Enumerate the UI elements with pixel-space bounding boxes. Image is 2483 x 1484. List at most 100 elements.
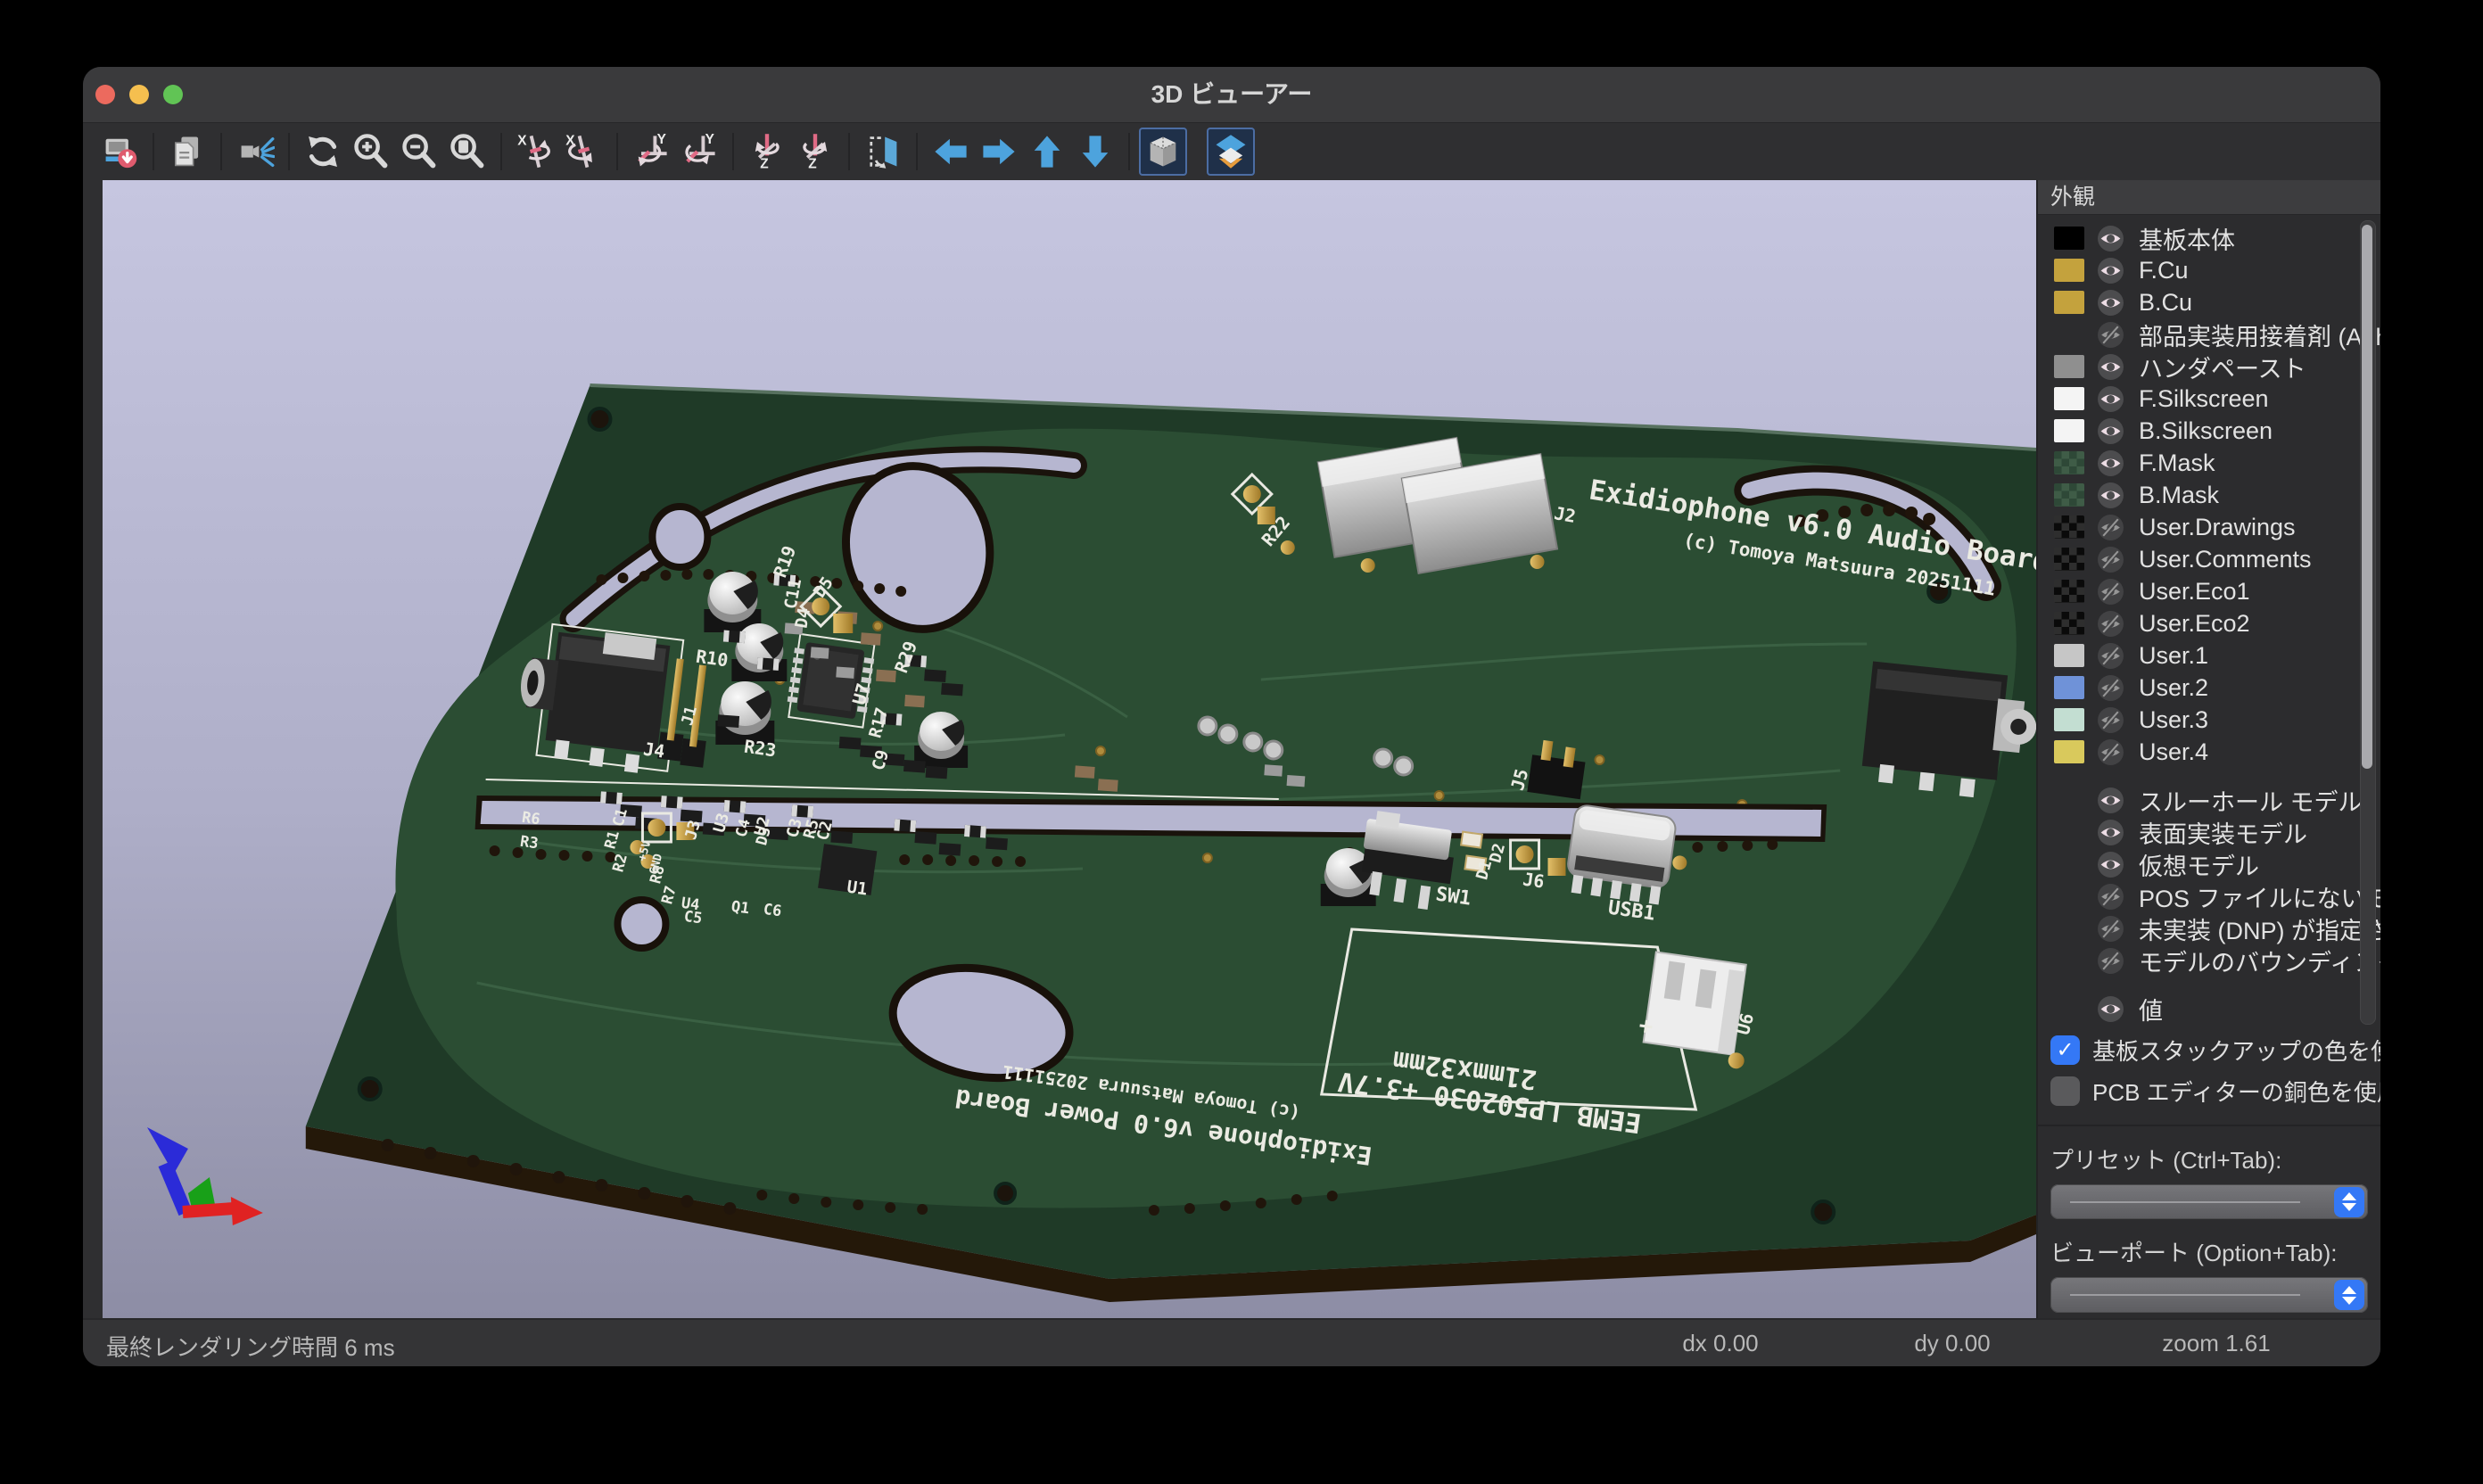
toolbar-separator [153, 133, 154, 170]
eye-visible-icon[interactable] [2097, 449, 2124, 477]
eye-hidden-icon[interactable] [2097, 947, 2124, 975]
layer-row[interactable]: B.Mask [2038, 479, 2380, 511]
reload-view-button[interactable] [299, 128, 347, 176]
layer-color-swatch [2054, 580, 2084, 603]
layer-label: User.3 [2139, 706, 2208, 734]
eye-visible-icon[interactable] [2097, 482, 2124, 509]
layer-row[interactable]: POS ファイルにないモデ [2038, 880, 2380, 912]
preset-dropdown[interactable] [2050, 1184, 2368, 1220]
appearance-panel-toggle[interactable] [1207, 128, 1255, 176]
3d-viewport[interactable]: Exidiophone v6.0 Audio Board(c) Tomoya M… [103, 180, 2036, 1318]
layer-row[interactable]: F.Cu [2038, 254, 2380, 286]
dropdown-stepper-icon[interactable] [2334, 1187, 2364, 1217]
silkscreen-text: J6 [1522, 868, 1546, 892]
layer-label: User.Drawings [2139, 514, 2296, 541]
eye-hidden-icon[interactable] [2097, 738, 2124, 766]
rotate-z-ccw-button[interactable]: Z [791, 128, 839, 176]
layer-row[interactable]: 仮想モデル [2038, 848, 2380, 880]
eye-hidden-icon[interactable] [2097, 706, 2124, 734]
eye-hidden-icon[interactable] [2097, 883, 2124, 911]
pan-right-button[interactable] [975, 128, 1023, 176]
eye-hidden-icon[interactable] [2097, 610, 2124, 638]
layer-row[interactable]: 基板本体 [2038, 222, 2380, 254]
copy-icon [168, 132, 207, 171]
rotate-y-ccw-button[interactable]: Y [675, 128, 723, 176]
layer-row[interactable]: F.Mask [2038, 447, 2380, 479]
rotate-x-ccw-icon: X [564, 132, 603, 171]
zoom-in-button[interactable] [347, 128, 395, 176]
checkbox-checked-icon[interactable]: ✓ [2050, 1035, 2080, 1065]
layer-row[interactable]: モデルのバウンディングボ [2038, 944, 2380, 977]
layer-row[interactable]: ハンダペースト [2038, 350, 2380, 383]
eye-hidden-icon[interactable] [2097, 915, 2124, 943]
dropdown-stepper-icon[interactable] [2334, 1280, 2364, 1310]
layer-row[interactable]: スルーホール モデル [2038, 784, 2380, 816]
dy-status: dy 0.00 [1914, 1330, 1990, 1357]
rotate-z-cw-button[interactable]: Z [743, 128, 791, 176]
layer-row[interactable]: 部品実装用接着剤 (Adhes [2038, 318, 2380, 350]
layer-label: B.Mask [2139, 482, 2219, 509]
eye-visible-icon[interactable] [2097, 995, 2124, 1023]
silkscreen-text: R3 [519, 833, 540, 853]
eye-visible-icon[interactable] [2097, 787, 2124, 814]
rotate-x-ccw-button[interactable]: X [559, 128, 607, 176]
pan-left-button[interactable] [927, 128, 975, 176]
silkscreen-text: R23 [743, 736, 778, 762]
use-pcb-editor-copper-row[interactable]: PCB エディターの銅色を使用 [2038, 1071, 2380, 1112]
render-raytracing-button[interactable] [231, 128, 279, 176]
layer-label: F.Silkscreen [2139, 385, 2269, 413]
eye-hidden-icon[interactable] [2097, 514, 2124, 541]
zoom-out-button[interactable] [395, 128, 443, 176]
scrollbar-track[interactable] [2360, 220, 2376, 1025]
layer-label: User.4 [2139, 738, 2208, 766]
pcb-3d-render: Exidiophone v6.0 Audio Board(c) Tomoya M… [103, 180, 2036, 1318]
eye-visible-icon[interactable] [2097, 289, 2124, 317]
zoom-fit-button[interactable] [443, 128, 491, 176]
layer-row[interactable]: User.Drawings [2038, 511, 2380, 543]
eye-visible-icon[interactable] [2097, 417, 2124, 445]
layer-row[interactable]: User.1 [2038, 639, 2380, 672]
eye-visible-icon[interactable] [2097, 353, 2124, 381]
layer-row[interactable]: User.Eco2 [2038, 607, 2380, 639]
layer-row[interactable]: 未実装 (DNP) が指定され [2038, 912, 2380, 944]
eye-hidden-icon[interactable] [2097, 642, 2124, 670]
eye-hidden-icon[interactable] [2097, 321, 2124, 349]
pan-down-button[interactable] [1071, 128, 1119, 176]
layer-row[interactable]: 値 [2038, 993, 2380, 1025]
pan-up-button[interactable] [1023, 128, 1071, 176]
eye-visible-icon[interactable] [2097, 385, 2124, 413]
copy-image-button[interactable] [163, 128, 211, 176]
layer-color-swatch [2054, 355, 2084, 378]
eye-visible-icon[interactable] [2097, 225, 2124, 252]
layer-row[interactable]: B.Cu [2038, 286, 2380, 318]
export-board-image-button[interactable] [95, 128, 144, 176]
layer-row[interactable]: User.Eco1 [2038, 575, 2380, 607]
eye-visible-icon[interactable] [2097, 851, 2124, 878]
toolbar-separator [916, 133, 918, 170]
layer-label: モデルのバウンディングボ [2139, 944, 2380, 978]
use-stackup-colors-row[interactable]: ✓ 基板スタックアップの色を使用 [2038, 1030, 2380, 1071]
viewport-dropdown[interactable] [2050, 1277, 2368, 1313]
titlebar: 3D ビューアー [83, 67, 2380, 123]
flip-board-button[interactable] [859, 128, 907, 176]
layer-row[interactable]: User.3 [2038, 704, 2380, 736]
eye-visible-icon[interactable] [2097, 819, 2124, 846]
layer-label: スルーホール モデル [2139, 783, 2363, 818]
checkbox-unchecked-icon[interactable] [2050, 1076, 2080, 1106]
eye-hidden-icon[interactable] [2097, 546, 2124, 573]
eye-hidden-icon[interactable] [2097, 674, 2124, 702]
layer-row[interactable]: User.Comments [2038, 543, 2380, 575]
eye-visible-icon[interactable] [2097, 257, 2124, 284]
layer-row[interactable]: 表面実装モデル [2038, 816, 2380, 848]
export-board-image-icon [100, 132, 139, 171]
layer-row[interactable]: F.Silkscreen [2038, 383, 2380, 415]
layer-row[interactable]: User.2 [2038, 672, 2380, 704]
eye-hidden-icon[interactable] [2097, 578, 2124, 606]
orthographic-projection-toggle[interactable] [1139, 128, 1187, 176]
scrollbar-thumb[interactable] [2362, 225, 2372, 769]
rotate-x-cw-button[interactable]: X [511, 128, 559, 176]
rotate-y-cw-button[interactable]: Y [627, 128, 675, 176]
layer-row[interactable]: B.Silkscreen [2038, 415, 2380, 447]
silkscreen-text: Q1 [730, 898, 751, 919]
layer-row[interactable]: User.4 [2038, 736, 2380, 768]
